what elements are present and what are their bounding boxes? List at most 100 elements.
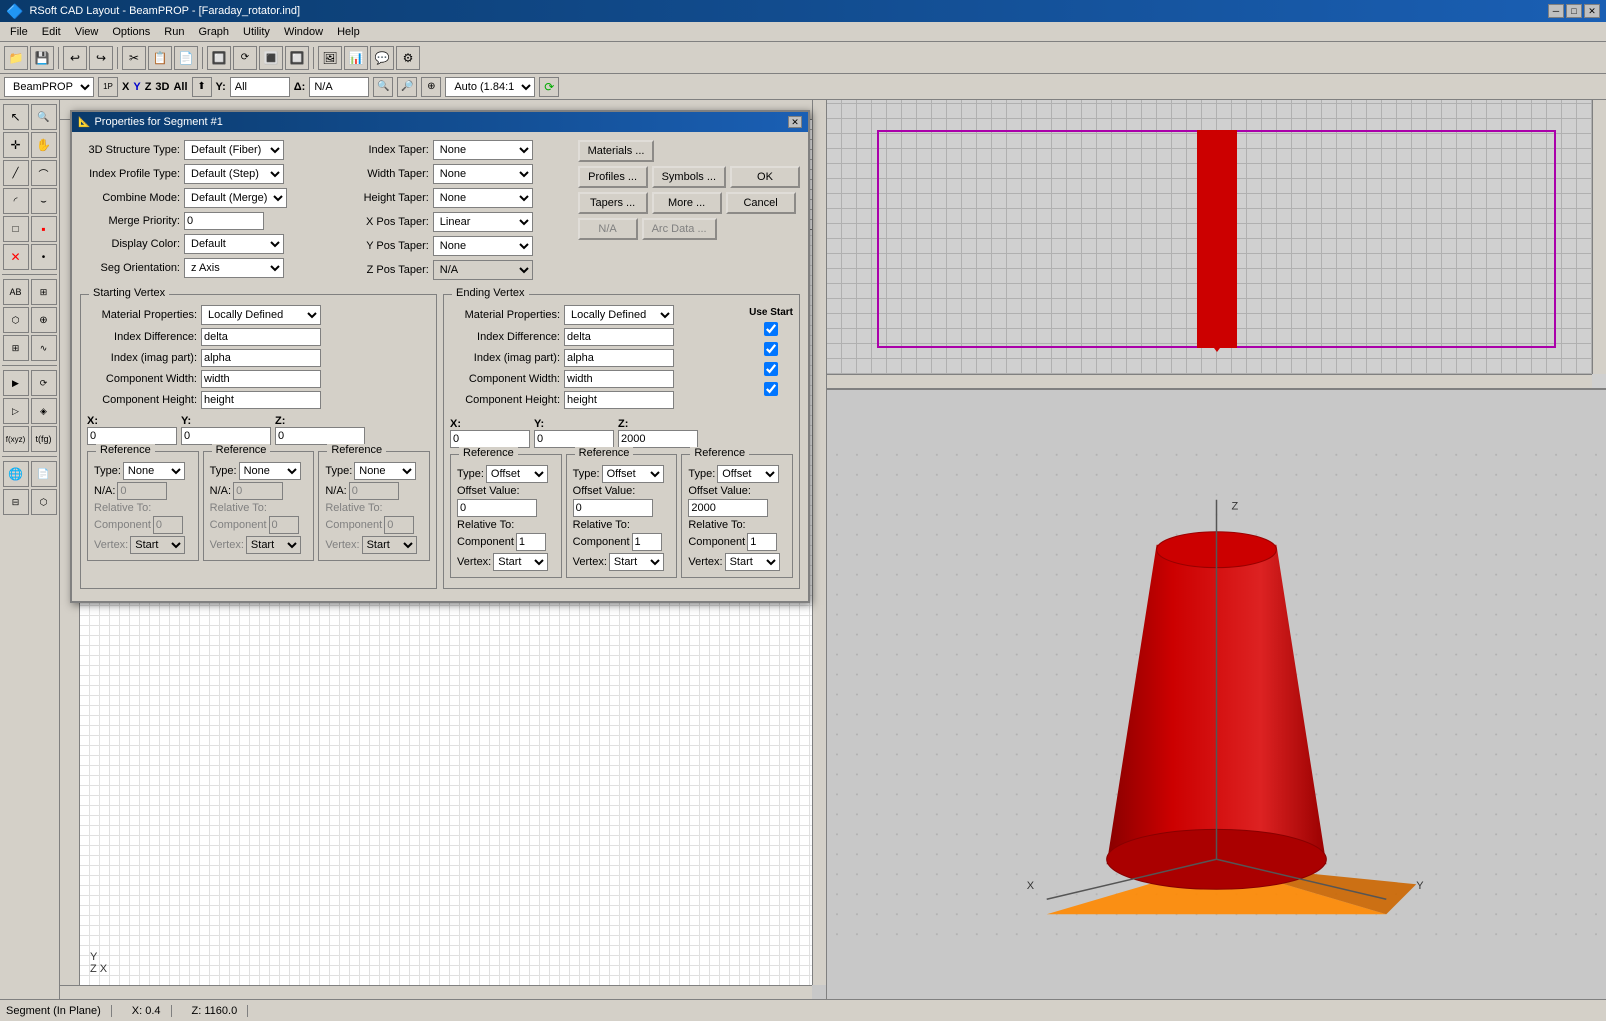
- index-taper-select[interactable]: None: [433, 140, 533, 160]
- component-dropdown[interactable]: BeamPROP: [4, 77, 94, 97]
- na-button[interactable]: N/A: [578, 218, 638, 240]
- ev-mat-select[interactable]: Locally Defined: [564, 305, 674, 325]
- coord-1p[interactable]: 1P: [98, 77, 118, 97]
- tapers-button[interactable]: Tapers ...: [578, 192, 648, 214]
- sv-z-input[interactable]: [275, 427, 365, 445]
- tool-sim1[interactable]: ▶: [3, 370, 29, 396]
- menu-options[interactable]: Options: [106, 24, 156, 40]
- sv-y-input[interactable]: [181, 427, 271, 445]
- toolbar-settings[interactable]: ⚙: [396, 46, 420, 70]
- dialog-close-button[interactable]: ✕: [788, 116, 802, 128]
- close-button[interactable]: ✕: [1584, 4, 1600, 18]
- sv-refy-vertex-select[interactable]: Start: [246, 536, 301, 554]
- tool-path[interactable]: ⊕: [31, 307, 57, 333]
- tool-arc[interactable]: ◜: [3, 188, 29, 214]
- menu-utility[interactable]: Utility: [237, 24, 276, 40]
- tool-line[interactable]: ╱: [3, 160, 29, 186]
- menu-edit[interactable]: Edit: [36, 24, 67, 40]
- tool-f-xyz[interactable]: f(xyz): [3, 426, 29, 452]
- menu-help[interactable]: Help: [331, 24, 366, 40]
- more-button[interactable]: More ...: [652, 192, 722, 214]
- menu-window[interactable]: Window: [278, 24, 329, 40]
- profiles-button[interactable]: Profiles ...: [578, 166, 648, 188]
- ev-refz-vertex-select[interactable]: Start: [725, 553, 780, 571]
- ev-y-input[interactable]: [534, 430, 614, 448]
- menu-view[interactable]: View: [69, 24, 105, 40]
- sv-x-input[interactable]: [87, 427, 177, 445]
- xpos-taper-select[interactable]: Linear: [433, 212, 533, 232]
- tool-rect[interactable]: □: [3, 216, 29, 242]
- sv-refy-type-select[interactable]: None: [239, 462, 301, 480]
- arc-data-button[interactable]: Arc Data ...: [642, 218, 717, 240]
- zoom-out-btn[interactable]: 🔎: [397, 77, 417, 97]
- height-taper-select[interactable]: None: [433, 188, 533, 208]
- merge-priority-input[interactable]: [184, 212, 264, 230]
- y-value-input[interactable]: [230, 77, 290, 97]
- sv-idx-diff-input[interactable]: [201, 328, 321, 346]
- tool-globe[interactable]: 🌐: [3, 461, 29, 487]
- minimize-button[interactable]: ─: [1548, 4, 1564, 18]
- ev-z-input[interactable]: [618, 430, 698, 448]
- menu-graph[interactable]: Graph: [192, 24, 235, 40]
- combine-mode-select[interactable]: Default (Merge): [184, 188, 287, 208]
- scroll-up-btn[interactable]: ⬆: [192, 77, 212, 97]
- cancel-button[interactable]: Cancel: [726, 192, 796, 214]
- ev-refx-comp-input[interactable]: [516, 533, 546, 551]
- tool-bend[interactable]: ⌣: [31, 188, 57, 214]
- use-start-check-2[interactable]: [764, 342, 778, 356]
- tool-zoom[interactable]: 🔍: [31, 104, 57, 130]
- use-start-check-1[interactable]: [764, 322, 778, 336]
- ev-refz-comp-input[interactable]: [747, 533, 777, 551]
- tool-ab[interactable]: AB: [3, 279, 29, 305]
- toolbar-symbol[interactable]: 🔳: [259, 46, 283, 70]
- sv-refz-type-select[interactable]: None: [354, 462, 416, 480]
- tool-sim3[interactable]: ▷: [3, 398, 29, 424]
- tool-array[interactable]: ⊞: [3, 335, 29, 361]
- tool-cross[interactable]: ✕: [3, 244, 29, 270]
- vertical-scrollbar[interactable]: [812, 100, 826, 985]
- sv-idx-imag-input[interactable]: [201, 349, 321, 367]
- tool-sim4[interactable]: ◈: [31, 398, 57, 424]
- ev-refy-comp-input[interactable]: [632, 533, 662, 551]
- sv-refx-type-select[interactable]: None: [123, 462, 185, 480]
- ev-refy-offset-input[interactable]: [573, 499, 653, 517]
- ev-refx-vertex-select[interactable]: Start: [493, 553, 548, 571]
- tool-tfg[interactable]: t(fg): [31, 426, 57, 452]
- ev-refy-type-select[interactable]: Offset: [602, 465, 664, 483]
- tool-sim2[interactable]: ⟳: [31, 370, 57, 396]
- ev-width-input[interactable]: [564, 370, 674, 388]
- tool-table[interactable]: ⊟: [3, 489, 29, 515]
- ev-refx-type-select[interactable]: Offset: [486, 465, 548, 483]
- seg-orient-select[interactable]: z Axis: [184, 258, 284, 278]
- zpos-taper-select[interactable]: N/A: [433, 260, 533, 280]
- sv-mat-select[interactable]: Locally Defined: [201, 305, 321, 325]
- width-taper-select[interactable]: None: [433, 164, 533, 184]
- index-profile-select[interactable]: Default (Step): [184, 164, 284, 184]
- ypos-taper-select[interactable]: None: [433, 236, 533, 256]
- tool-hand[interactable]: ✋: [31, 132, 57, 158]
- refresh-btn[interactable]: ⟳: [539, 77, 559, 97]
- tool-doc[interactable]: 📄: [31, 461, 57, 487]
- menu-file[interactable]: File: [4, 24, 34, 40]
- zoom-fit-btn[interactable]: ⊕: [421, 77, 441, 97]
- menu-run[interactable]: Run: [158, 24, 190, 40]
- restore-button[interactable]: □: [1566, 4, 1582, 18]
- tool-point[interactable]: •: [31, 244, 57, 270]
- sv-refx-vertex-select[interactable]: Start: [130, 536, 185, 554]
- zoom-dropdown[interactable]: Auto (1.84:1): [445, 77, 535, 97]
- toolbar-image[interactable]: 🖼: [318, 46, 342, 70]
- ev-idx-imag-input[interactable]: [564, 349, 674, 367]
- ev-refz-type-select[interactable]: Offset: [717, 465, 779, 483]
- ev-refy-vertex-select[interactable]: Start: [609, 553, 664, 571]
- symbols-button[interactable]: Symbols ...: [652, 166, 726, 188]
- sv-height-input[interactable]: [201, 391, 321, 409]
- toolbar-new[interactable]: 📁: [4, 46, 28, 70]
- toolbar-select[interactable]: 🔲: [207, 46, 231, 70]
- tool-select[interactable]: ↖: [3, 104, 29, 130]
- delta-input[interactable]: [309, 77, 369, 97]
- use-start-check-3[interactable]: [764, 362, 778, 376]
- horizontal-scrollbar[interactable]: [60, 985, 812, 999]
- toolbar-cut[interactable]: ✂: [122, 46, 146, 70]
- tool-3d[interactable]: ⬡: [31, 489, 57, 515]
- toolbar-save[interactable]: 💾: [30, 46, 54, 70]
